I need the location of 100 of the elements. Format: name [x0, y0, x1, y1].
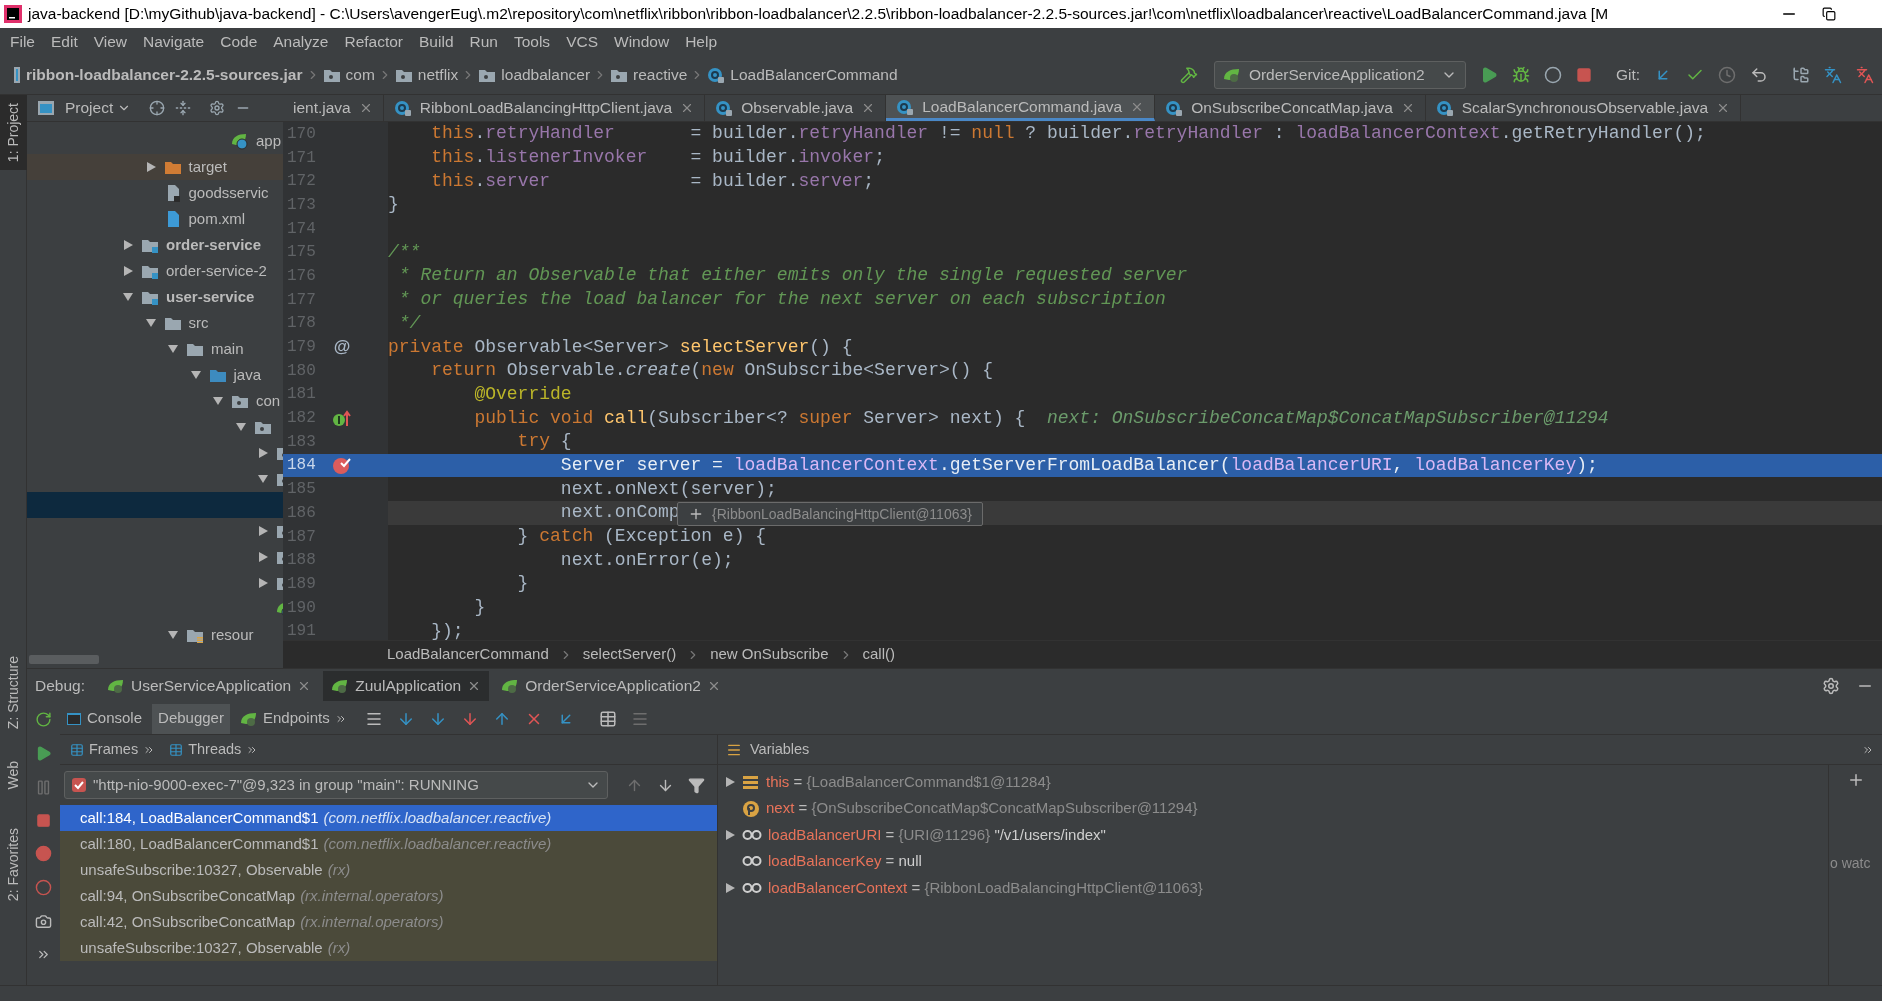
expanded-arrow-icon[interactable]: [234, 421, 247, 433]
mute-breakpoints-icon[interactable]: [35, 879, 52, 896]
tree-item[interactable]: order-service: [27, 232, 283, 258]
debug-icon[interactable]: [1511, 66, 1530, 84]
collapse-all-icon[interactable]: [175, 100, 192, 116]
stack-frame[interactable]: unsafeSubscribe:10327, Observable (rx): [60, 935, 717, 961]
menu-item[interactable]: Help: [677, 30, 726, 54]
collapsed-arrow-icon[interactable]: [144, 161, 157, 173]
tool-window-tab[interactable]: Z: Structure: [0, 648, 27, 738]
menu-item[interactable]: Window: [606, 30, 678, 54]
close-icon[interactable]: [707, 679, 721, 693]
expanded-arrow-icon[interactable]: [257, 473, 269, 485]
translate-icon[interactable]: [1824, 66, 1842, 84]
locate-icon[interactable]: [149, 100, 166, 116]
scrollbar[interactable]: [29, 655, 99, 664]
tree-item[interactable]: order-service-2: [27, 258, 283, 284]
menu-item[interactable]: Code: [212, 30, 266, 54]
stack-frame[interactable]: call:94, OnSubscribeConcatMap (rx.internal.operators): [60, 883, 717, 909]
stop-icon[interactable]: [36, 813, 51, 828]
implements-icon[interactable]: [332, 408, 352, 429]
debug-tab[interactable]: Debugger: [152, 703, 230, 734]
editor-tab[interactable]: RibbonLoadBalancingHttpClient.java: [383, 95, 706, 121]
restore-icon[interactable]: [1822, 7, 1836, 21]
expanded-arrow-icon[interactable]: [167, 629, 179, 641]
settings-icon[interactable]: [1822, 677, 1840, 695]
variable-row[interactable]: loadBalancerContext = {RibbonLoadBalancingHttpClient@11063}: [718, 874, 1828, 901]
debug-tab[interactable]: Endpoints: [233, 703, 353, 734]
tree-item[interactable]: main: [27, 336, 283, 362]
stack-frame[interactable]: call:184, LoadBalancerCommand$1 (com.netflix.loadbalancer.reactive): [60, 805, 717, 831]
filter-icon[interactable]: [688, 776, 705, 794]
breadcrumb[interactable]: com: [345, 63, 375, 87]
breadcrumb[interactable]: netflix: [417, 63, 459, 87]
menu-item[interactable]: Navigate: [135, 30, 213, 54]
frames-tab[interactable]: Frames: [66, 738, 160, 761]
session-tab[interactable]: ZuulApplication: [323, 671, 490, 701]
breadcrumb[interactable]: new OnSubscribe: [706, 643, 833, 666]
coverage-icon[interactable]: [1543, 66, 1562, 84]
menu-item[interactable]: Tools: [505, 30, 559, 54]
menu-item[interactable]: Analyze: [265, 30, 337, 54]
menu-item[interactable]: Run: [461, 30, 506, 54]
rerun-icon[interactable]: [35, 711, 52, 728]
breadcrumb[interactable]: call(): [858, 643, 900, 666]
translate-icon[interactable]: [1856, 66, 1874, 84]
editor-tab[interactable]: ScalarSynchronousObservable.java: [1425, 95, 1742, 121]
variable-row[interactable]: loadBalancerKey = null: [718, 848, 1828, 875]
resume-icon[interactable]: [35, 745, 52, 762]
tool-window-tab[interactable]: Web: [0, 753, 27, 798]
collapsed-arrow-icon[interactable]: [122, 239, 134, 251]
project-structure-icon[interactable]: [1792, 66, 1810, 84]
breadcrumb[interactable]: ribbon-loadbalancer-2.2.5-sources.jar: [26, 63, 303, 87]
menu-item[interactable]: File: [2, 30, 43, 54]
tree-item[interactable]: con: [27, 388, 283, 414]
frames-tab[interactable]: Threads: [165, 738, 263, 761]
thread-dropdown[interactable]: "http-nio-9000-exec-7"@9,323 in group "main": RUNNING: [64, 771, 608, 799]
editor-tab[interactable]: Observable.java: [705, 95, 887, 121]
debug-tab[interactable]: Console: [60, 703, 149, 734]
menu-item[interactable]: Refactor: [336, 30, 412, 54]
breakpoint-icon[interactable]: [332, 455, 352, 476]
stack-frame[interactable]: call:180, LoadBalancerCommand$1 (com.netflix.loadbalancer.reactive): [60, 831, 717, 857]
menu-item[interactable]: View: [85, 30, 136, 54]
session-tab[interactable]: UserServiceApplication: [99, 671, 320, 701]
tree-item[interactable]: java: [27, 362, 283, 388]
expanded-arrow-icon[interactable]: [144, 317, 157, 329]
collapsed-arrow-icon[interactable]: [257, 551, 269, 563]
variable-row[interactable]: loadBalancerURI = {URI@11296} "/v1/users/index": [718, 821, 1828, 849]
collapsed-arrow-icon[interactable]: [257, 577, 269, 589]
tree-item[interactable]: pom.xml: [27, 206, 283, 232]
tool-window-tab[interactable]: 1: Project: [0, 95, 27, 171]
tool-window-tab[interactable]: 2: Favorites: [0, 819, 27, 909]
tree-item[interactable]: user-service: [27, 284, 283, 310]
breadcrumb[interactable]: LoadBalancerCommand: [383, 643, 553, 666]
panel-title[interactable]: Project: [65, 96, 114, 120]
expanded-arrow-icon[interactable]: [212, 395, 224, 407]
breadcrumb[interactable]: selectServer(): [578, 643, 681, 666]
expanded-arrow-icon[interactable]: [122, 291, 134, 303]
session-tab[interactable]: OrderServiceApplication2: [493, 671, 729, 701]
menu-item[interactable]: Edit: [43, 30, 86, 54]
tree-item[interactable]: resour: [27, 622, 283, 648]
collapsed-arrow-icon[interactable]: [724, 776, 736, 789]
tree-item[interactable]: app: [27, 128, 283, 154]
tree-item[interactable]: target: [27, 154, 283, 180]
stack-frame[interactable]: unsafeSubscribe:10327, Observable (rx): [60, 857, 717, 883]
collapsed-arrow-icon[interactable]: [257, 447, 269, 459]
expanded-arrow-icon[interactable]: [167, 343, 179, 355]
breadcrumb[interactable]: LoadBalancerCommand: [730, 63, 898, 87]
breakpoints-icon[interactable]: [35, 845, 52, 862]
collapsed-arrow-icon[interactable]: [724, 881, 736, 894]
revert-icon[interactable]: [1750, 66, 1768, 84]
run-config-dropdown[interactable]: OrderServiceApplication2: [1213, 61, 1466, 89]
variable-row[interactable]: this = {LoadBalancerCommand$1@11284}: [718, 769, 1828, 796]
expand-icon[interactable]: [688, 506, 704, 522]
collapsed-arrow-icon[interactable]: [122, 265, 134, 277]
editor-tab[interactable]: OnSubscribeConcatMap.java: [1155, 95, 1426, 121]
stack-frame[interactable]: call:42, OnSubscribeConcatMap (rx.internal.operators): [60, 909, 717, 935]
variable-row[interactable]: next = {OnSubscribeConcatMap$ConcatMapSubscriber@11294}: [718, 795, 1828, 822]
settings-icon[interactable]: [209, 100, 226, 116]
breadcrumb[interactable]: reactive: [633, 63, 688, 87]
hammer-icon[interactable]: [1179, 66, 1198, 84]
camera-icon[interactable]: [35, 913, 52, 930]
editor-tab[interactable]: ient.java: [283, 95, 384, 121]
